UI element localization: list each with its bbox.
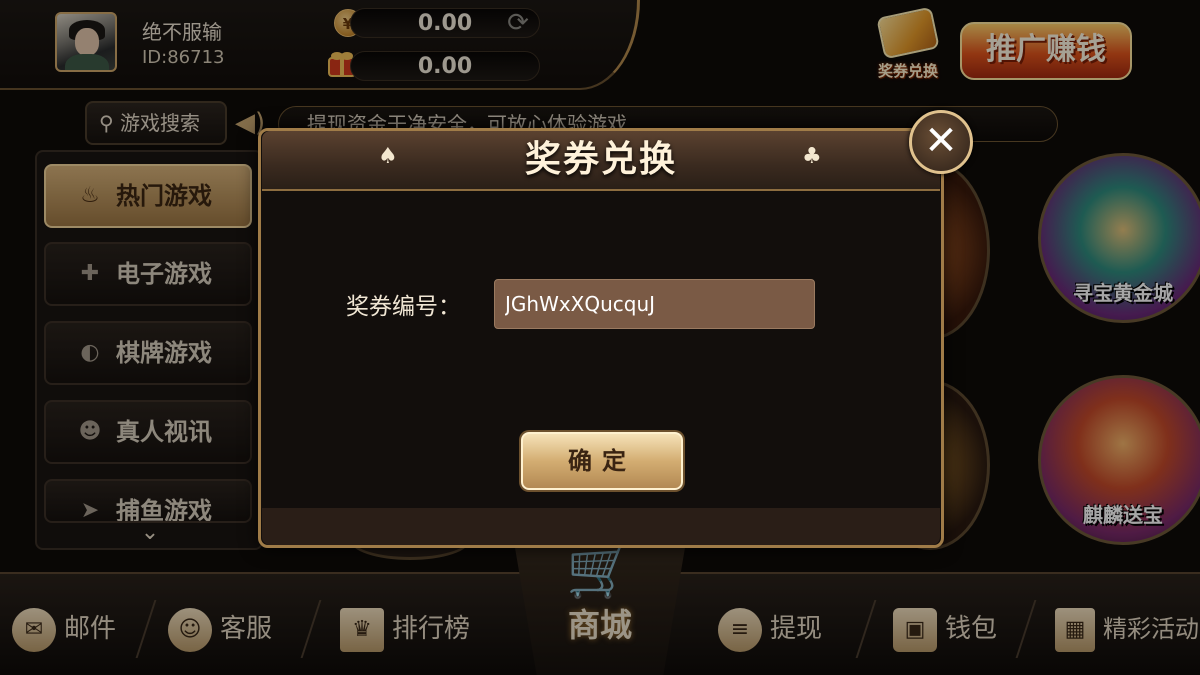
dialog-footer (262, 508, 940, 545)
confirm-button[interactable]: 确定 (521, 432, 683, 490)
dialog-title: 奖券兑换 (524, 139, 677, 180)
close-icon[interactable]: ✕ (909, 110, 973, 174)
voucher-code-input[interactable] (494, 279, 815, 329)
spade-icon: ♠ (378, 144, 398, 169)
voucher-code-label: 奖券编号： (346, 294, 461, 320)
club-icon: ♣ (802, 144, 822, 169)
